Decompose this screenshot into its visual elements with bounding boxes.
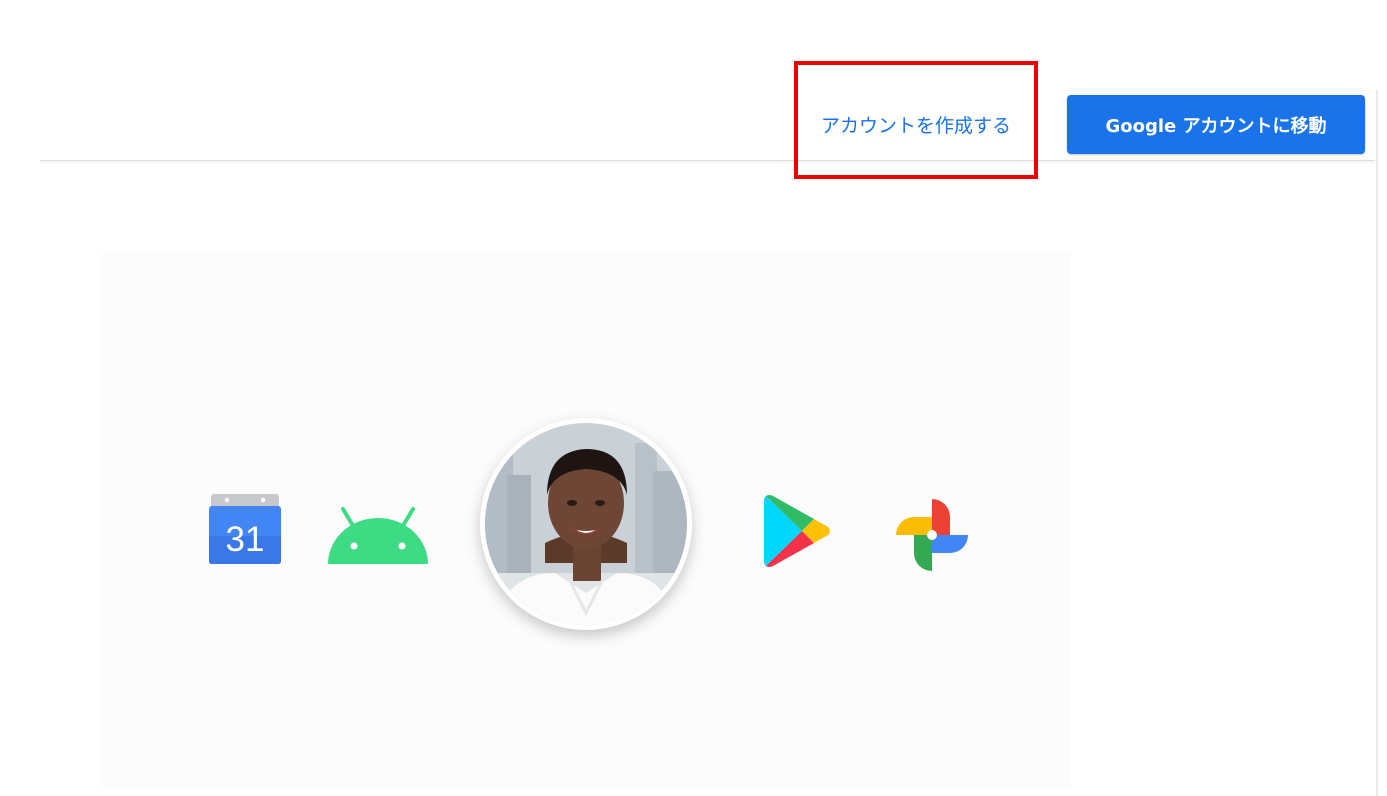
photos-icon — [896, 499, 968, 571]
play-store-icon — [764, 495, 830, 567]
header-divider — [40, 160, 1375, 161]
calendar-icon: 31 — [209, 494, 281, 564]
goto-google-account-button[interactable]: Google アカウントに移動 — [1067, 95, 1365, 154]
avatar — [480, 418, 692, 630]
create-account-link[interactable]: アカウントを作成する — [798, 106, 1034, 142]
scrollbar-edge — [1376, 90, 1378, 796]
page: アカウントを作成する Google アカウントに移動 31 — [0, 0, 1387, 796]
android-icon — [328, 507, 428, 564]
calendar-date-text: 31 — [226, 520, 265, 559]
